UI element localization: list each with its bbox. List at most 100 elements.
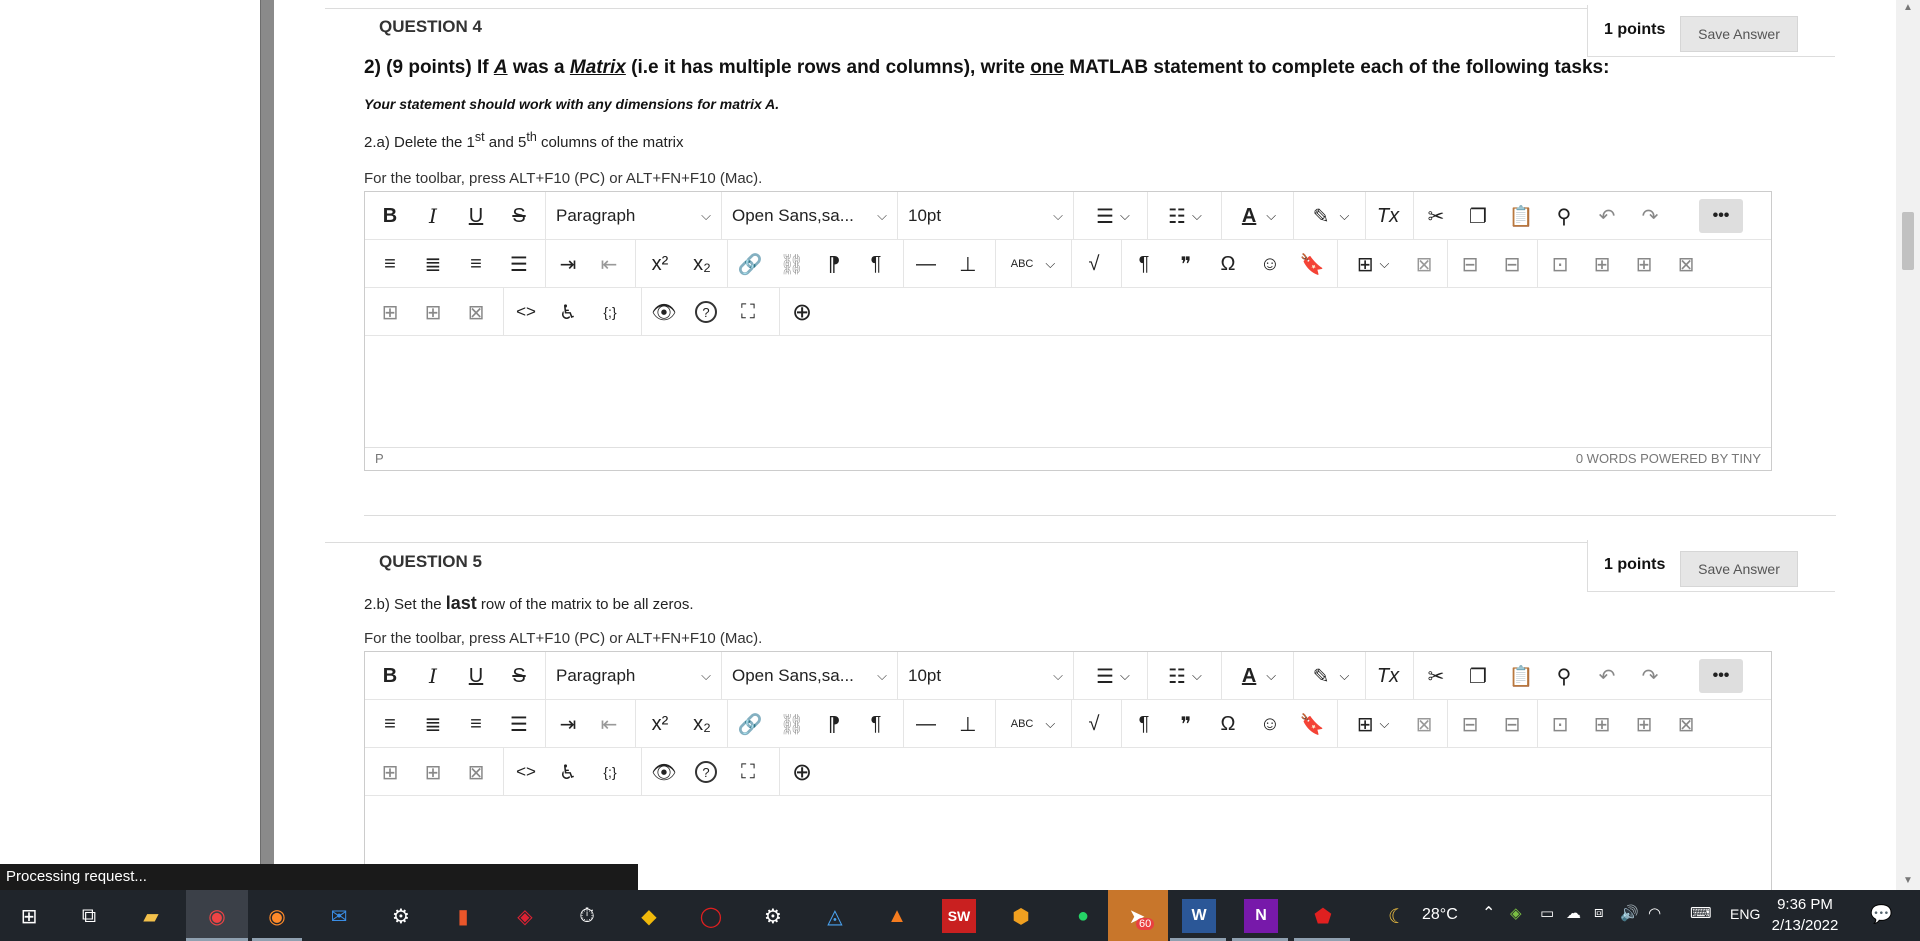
copy-icon[interactable]: ❐ — [1463, 199, 1493, 233]
pilcrow-button[interactable]: ¶ — [1129, 247, 1159, 281]
text-color-button[interactable]: A ⌵ — [1229, 199, 1289, 233]
spellcheck-button[interactable]: ABC ⌵ — [1003, 707, 1063, 741]
insert-col-before-icon[interactable]: ⊞ — [375, 295, 405, 329]
split-cells-icon[interactable]: ⊞ — [1587, 247, 1617, 281]
merge-cells-icon[interactable]: ⊡ — [1545, 247, 1575, 281]
more-options-button[interactable]: ••• — [1699, 659, 1743, 693]
notifications-icon[interactable]: 💬 — [1870, 904, 1892, 925]
help-button[interactable]: ? — [695, 301, 717, 323]
task-view-icon[interactable]: ⧉ — [72, 899, 106, 933]
align-justify-icon[interactable]: ☰ — [504, 247, 534, 281]
scroll-down-icon[interactable]: ▼ — [1903, 875, 1913, 886]
font-family-select[interactable]: Open Sans,sa... ⌵ — [722, 199, 897, 233]
nvidia-icon[interactable]: ◈ — [1510, 904, 1522, 922]
fullscreen-icon[interactable]: ⛶ — [733, 755, 763, 789]
vpn-icon[interactable]: ◈ — [508, 899, 542, 933]
strikethrough-button[interactable]: S — [504, 659, 534, 693]
table-cell-props-icon[interactable]: ⊟ — [1497, 707, 1527, 741]
horizontal-line-icon[interactable]: — — [911, 707, 941, 741]
scroll-up-icon[interactable]: ▲ — [1903, 2, 1913, 13]
file-explorer-icon[interactable]: ▰ — [134, 899, 168, 933]
blockquote-button[interactable]: ❞ — [1171, 247, 1201, 281]
paragraph-select[interactable]: Paragraph ⌵ — [546, 199, 721, 233]
clear-formatting-button[interactable]: Tx — [1373, 659, 1403, 693]
app-store-icon[interactable]: ◬ — [818, 899, 852, 933]
merge-cells-icon[interactable]: ⊡ — [1545, 707, 1575, 741]
insert-date-icon[interactable]: ⊥ — [953, 247, 983, 281]
ltr-icon[interactable]: ⁋ — [819, 247, 849, 281]
search-icon[interactable]: ⚲ — [1549, 659, 1579, 693]
mail-icon[interactable]: ✉ — [322, 899, 356, 933]
bullet-list-button[interactable]: ☰ ⌵ — [1083, 199, 1143, 233]
italic-button[interactable]: I — [418, 659, 448, 693]
source-code-button[interactable]: {;} — [595, 755, 625, 789]
equation-icon[interactable]: √ — [1079, 247, 1109, 281]
highlight-color-button[interactable]: ✎ ⌵ — [1301, 199, 1361, 233]
table-row-props-icon[interactable]: ⊟ — [1455, 247, 1485, 281]
add-content-icon[interactable]: ⊕ — [787, 755, 817, 789]
bold-button[interactable]: B — [375, 659, 405, 693]
spellcheck-button[interactable]: ABC ⌵ — [1003, 247, 1063, 281]
keyboard-icon[interactable]: ⌨ — [1690, 904, 1712, 922]
battery-icon[interactable]: ▭ — [1540, 904, 1554, 922]
paste-icon[interactable]: 📋 — [1506, 659, 1536, 693]
brave-icon[interactable]: ⬢ — [1004, 899, 1038, 933]
blockquote-button[interactable]: ❞ — [1171, 707, 1201, 741]
paste-icon[interactable]: 📋 — [1506, 199, 1536, 233]
redo-icon[interactable]: ↷ — [1635, 199, 1665, 233]
office-icon[interactable]: ▮ — [446, 899, 480, 933]
q5-save-answer-button[interactable]: Save Answer — [1680, 551, 1798, 587]
cut-icon[interactable]: ✂ — [1421, 659, 1451, 693]
bullet-list-button[interactable]: ☰ ⌵ — [1083, 659, 1143, 693]
solidworks-icon[interactable]: SW — [942, 899, 976, 933]
strikethrough-button[interactable]: S — [504, 199, 534, 233]
network-icon[interactable]: ⧈ — [1594, 904, 1604, 921]
timer-icon[interactable]: ⏱ — [570, 899, 604, 933]
code-button[interactable]: <> — [511, 295, 541, 329]
insert-col-after-icon[interactable]: ⊞ — [418, 755, 448, 789]
link-icon[interactable]: 🔗 — [735, 247, 765, 281]
delete-col-icon[interactable]: ⊠ — [461, 295, 491, 329]
align-justify-icon[interactable]: ☰ — [504, 707, 534, 741]
align-left-icon[interactable]: ≡ — [375, 247, 405, 281]
unlink-icon[interactable]: ⛓ — [777, 247, 807, 281]
split-cells-icon[interactable]: ⊞ — [1587, 707, 1617, 741]
volume-icon[interactable]: 🔊 — [1620, 904, 1639, 922]
onenote-icon[interactable]: N — [1244, 899, 1278, 933]
delete-col-icon[interactable]: ⊠ — [461, 755, 491, 789]
insert-date-icon[interactable]: ⊥ — [953, 707, 983, 741]
preview-eye-icon[interactable]: 👁 — [649, 755, 679, 789]
chrome-icon[interactable]: ◉ — [200, 899, 234, 933]
align-center-icon[interactable]: ≣ — [418, 707, 448, 741]
numbered-list-button[interactable]: ☷ ⌵ — [1155, 659, 1215, 693]
subscript-button[interactable]: x₂ — [685, 707, 719, 741]
subscript-button[interactable]: x₂ — [685, 247, 719, 281]
font-family-select[interactable]: Open Sans,sa... ⌵ — [722, 659, 897, 693]
wifi-icon[interactable]: ◠ — [1648, 904, 1661, 922]
horizontal-line-icon[interactable]: — — [911, 247, 941, 281]
windows-start-icon[interactable]: ⊞ — [12, 899, 46, 933]
clear-formatting-button[interactable]: Tx — [1373, 199, 1403, 233]
numbered-list-button[interactable]: ☷ ⌵ — [1155, 199, 1215, 233]
indent-icon[interactable]: ⇥ — [553, 247, 583, 281]
matlab-icon[interactable]: ▲ — [880, 899, 914, 933]
paragraph-select[interactable]: Paragraph ⌵ — [546, 659, 721, 693]
binance-icon[interactable]: ◆ — [632, 899, 666, 933]
add-content-icon[interactable]: ⊕ — [787, 295, 817, 329]
copy-icon[interactable]: ❐ — [1463, 659, 1493, 693]
unlink-icon[interactable]: ⛓ — [777, 707, 807, 741]
indent-icon[interactable]: ⇥ — [553, 707, 583, 741]
page-scrollbar[interactable]: ▲ ▼ — [1896, 0, 1920, 890]
delete-row-icon[interactable]: ⊠ — [1671, 707, 1701, 741]
underline-button[interactable]: U — [461, 659, 491, 693]
table-row-props-icon[interactable]: ⊟ — [1455, 707, 1485, 741]
font-size-select[interactable]: 10pt ⌵ — [898, 659, 1073, 693]
emoji-icon[interactable]: ☺ — [1255, 707, 1285, 741]
clock[interactable]: 9:36 PM 2/13/2022 — [1760, 894, 1850, 936]
align-right-icon[interactable]: ≡ — [461, 247, 491, 281]
pilcrow-button[interactable]: ¶ — [1129, 707, 1159, 741]
highlight-color-button[interactable]: ✎ ⌵ — [1301, 659, 1361, 693]
weather-temp[interactable]: 28°C — [1422, 906, 1458, 924]
superscript-button[interactable]: x² — [643, 247, 677, 281]
special-character-button[interactable]: Ω — [1213, 247, 1243, 281]
